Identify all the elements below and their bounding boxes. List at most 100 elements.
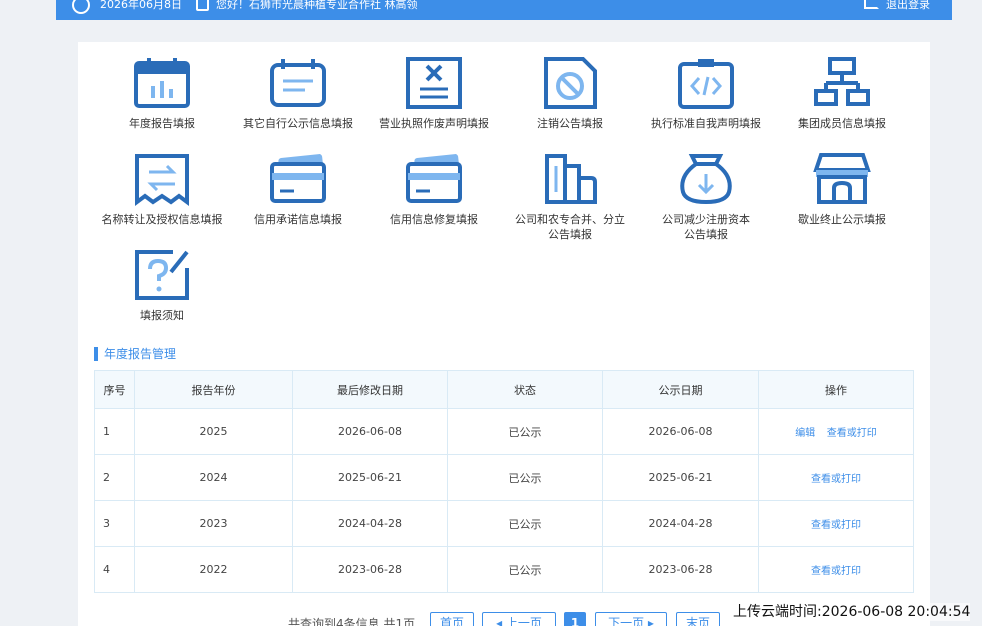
code-standard-icon bbox=[678, 59, 734, 109]
chevron-right-icon: ▸ bbox=[644, 616, 654, 626]
cell-no: 2 bbox=[94, 454, 135, 501]
tile-other-disclosure[interactable]: 其它自行公示信息填报 bbox=[230, 56, 366, 131]
license-void-icon bbox=[406, 57, 462, 109]
cell-modified: 2026-06-08 bbox=[292, 408, 448, 455]
col-header-published: 公示日期 bbox=[602, 370, 759, 409]
tile-label: 执行标准自我声明填报 bbox=[651, 117, 761, 130]
tile-business-closure[interactable]: 歇业终止公示填报 bbox=[774, 152, 910, 227]
cell-no: 1 bbox=[94, 408, 135, 455]
cell-modified: 2025-06-21 bbox=[292, 454, 448, 501]
first-page-button[interactable]: 首页 bbox=[430, 612, 474, 626]
cell-published: 2026-06-08 bbox=[602, 408, 759, 455]
prev-page-button[interactable]: ◂ 上一页 bbox=[482, 612, 556, 626]
tile-annual-report[interactable]: 年度报告填报 bbox=[94, 56, 230, 131]
cell-actions: 查看或打印 bbox=[758, 454, 914, 501]
pagination-info: 共查询到4条信息 共1页 bbox=[288, 617, 416, 626]
tile-label: 填报须知 bbox=[140, 309, 184, 322]
cell-no: 4 bbox=[94, 546, 135, 593]
view-print-link[interactable]: 查看或打印 bbox=[811, 474, 861, 485]
tile-credit-repair[interactable]: 信用信息修复填报 bbox=[366, 152, 502, 227]
cell-modified: 2023-06-28 bbox=[292, 546, 448, 593]
clock-icon bbox=[72, 0, 90, 14]
tile-label: 公司和农专合并、分立 公告填报 bbox=[515, 213, 625, 241]
col-header-status: 状态 bbox=[447, 370, 603, 409]
cell-actions: 查看或打印 bbox=[758, 500, 914, 547]
cell-published: 2024-04-28 bbox=[602, 500, 759, 547]
money-bag-icon bbox=[680, 154, 732, 205]
cell-published: 2025-06-21 bbox=[602, 454, 759, 501]
cell-published: 2023-06-28 bbox=[602, 546, 759, 593]
tile-label: 注销公告填报 bbox=[537, 117, 603, 130]
col-header-year: 报告年份 bbox=[134, 370, 293, 409]
tile-label: 年度报告填报 bbox=[129, 117, 195, 130]
view-print-link[interactable]: 查看或打印 bbox=[811, 566, 861, 577]
cell-status: 已公示 bbox=[447, 500, 603, 547]
credit-repair-icon bbox=[406, 154, 462, 203]
main-panel: 年度报告填报 其它自行公示信息填报 营业执照作废声明填报 注销公告填报 执行标准… bbox=[78, 42, 930, 626]
col-header-actions: 操作 bbox=[758, 370, 914, 409]
col-header-modified: 最后修改日期 bbox=[292, 370, 448, 409]
cell-status: 已公示 bbox=[447, 454, 603, 501]
logout-icon bbox=[864, 0, 879, 9]
col-header-no: 序号 bbox=[94, 370, 135, 409]
tile-merger-notice[interactable]: 公司和农专合并、分立 公告填报 bbox=[502, 152, 638, 242]
cell-year: 2025 bbox=[134, 408, 293, 455]
upload-timestamp-watermark: 上传云端时间:2026-06-08 20:04:54 bbox=[733, 603, 971, 621]
annual-report-table: 序号 报告年份 最后修改日期 状态 公示日期 操作 1 2025 2026-06… bbox=[94, 370, 914, 593]
table-row: 4 2022 2023-06-28 已公示 2023-06-28 查看或打印 bbox=[94, 546, 914, 593]
tile-cancel-notice[interactable]: 注销公告填报 bbox=[502, 56, 638, 131]
notepad-icon bbox=[270, 59, 326, 107]
logout-button[interactable]: 退出登录 bbox=[864, 0, 930, 10]
table-row: 1 2025 2026-06-08 已公示 2026-06-08 编辑 查看或打… bbox=[94, 408, 914, 455]
table-row: 2 2024 2025-06-21 已公示 2025-06-21 查看或打印 bbox=[94, 454, 914, 501]
cell-status: 已公示 bbox=[447, 408, 603, 455]
tile-label: 名称转让及授权信息填报 bbox=[101, 213, 223, 226]
tile-standard-declaration[interactable]: 执行标准自我声明填报 bbox=[638, 56, 774, 131]
tile-label: 营业执照作废声明填报 bbox=[379, 117, 489, 130]
last-page-button[interactable]: 末页 bbox=[676, 612, 720, 626]
org-chart-icon bbox=[814, 57, 870, 106]
next-page-label: 下一页 bbox=[608, 616, 645, 626]
question-edit-icon bbox=[135, 250, 189, 300]
cell-year: 2023 bbox=[134, 500, 293, 547]
tile-name-transfer[interactable]: 名称转让及授权信息填报 bbox=[94, 152, 230, 227]
cell-actions: 编辑 查看或打印 bbox=[758, 408, 914, 455]
cell-year: 2022 bbox=[134, 546, 293, 593]
prev-page-label: 上一页 bbox=[505, 616, 542, 626]
tile-credit-commitment[interactable]: 信用承诺信息填报 bbox=[230, 152, 366, 227]
tile-filing-notice[interactable]: 填报须知 bbox=[94, 248, 230, 323]
tile-group-members[interactable]: 集团成员信息填报 bbox=[774, 56, 910, 131]
edit-link[interactable]: 编辑 bbox=[795, 428, 815, 439]
view-print-link[interactable]: 查看或打印 bbox=[827, 428, 877, 439]
calendar-chart-icon bbox=[134, 58, 190, 108]
tile-license-void[interactable]: 营业执照作废声明填报 bbox=[366, 56, 502, 131]
cell-modified: 2024-04-28 bbox=[292, 500, 448, 547]
tile-label: 公司减少注册资本 公告填报 bbox=[662, 213, 750, 241]
buildings-icon bbox=[545, 154, 597, 204]
cancel-notice-icon bbox=[544, 57, 597, 109]
chevron-left-icon: ◂ bbox=[496, 616, 506, 626]
cell-status: 已公示 bbox=[447, 546, 603, 593]
tile-label: 集团成员信息填报 bbox=[798, 117, 886, 130]
shop-icon bbox=[813, 153, 871, 204]
header-greeting: 您好！石狮市光晨种植专业合作社 林高领 bbox=[216, 0, 418, 11]
cell-year: 2024 bbox=[134, 454, 293, 501]
table-row: 3 2023 2024-04-28 已公示 2024-04-28 查看或打印 bbox=[94, 500, 914, 547]
credit-card-icon bbox=[270, 154, 326, 203]
document-icon bbox=[196, 0, 209, 11]
tile-label: 信用信息修复填报 bbox=[390, 213, 478, 226]
tile-label: 歇业终止公示填报 bbox=[798, 213, 886, 226]
current-page-button[interactable]: 1 bbox=[564, 612, 586, 626]
section-title-annual-report: 年度报告管理 bbox=[94, 347, 176, 361]
tile-label: 信用承诺信息填报 bbox=[254, 213, 342, 226]
top-bar: 2026年06月8日 您好！石狮市光晨种植专业合作社 林高领 退出登录 bbox=[56, 0, 952, 20]
header-date: 2026年06月8日 bbox=[100, 0, 182, 11]
table-header-row: 序号 报告年份 最后修改日期 状态 公示日期 操作 bbox=[94, 370, 914, 409]
cell-no: 3 bbox=[94, 500, 135, 547]
next-page-button[interactable]: 下一页 ▸ bbox=[595, 612, 667, 626]
logout-label: 退出登录 bbox=[886, 0, 930, 11]
transfer-icon bbox=[135, 154, 189, 206]
cell-actions: 查看或打印 bbox=[758, 546, 914, 593]
view-print-link[interactable]: 查看或打印 bbox=[811, 520, 861, 531]
tile-capital-reduction[interactable]: 公司减少注册资本 公告填报 bbox=[638, 152, 774, 242]
